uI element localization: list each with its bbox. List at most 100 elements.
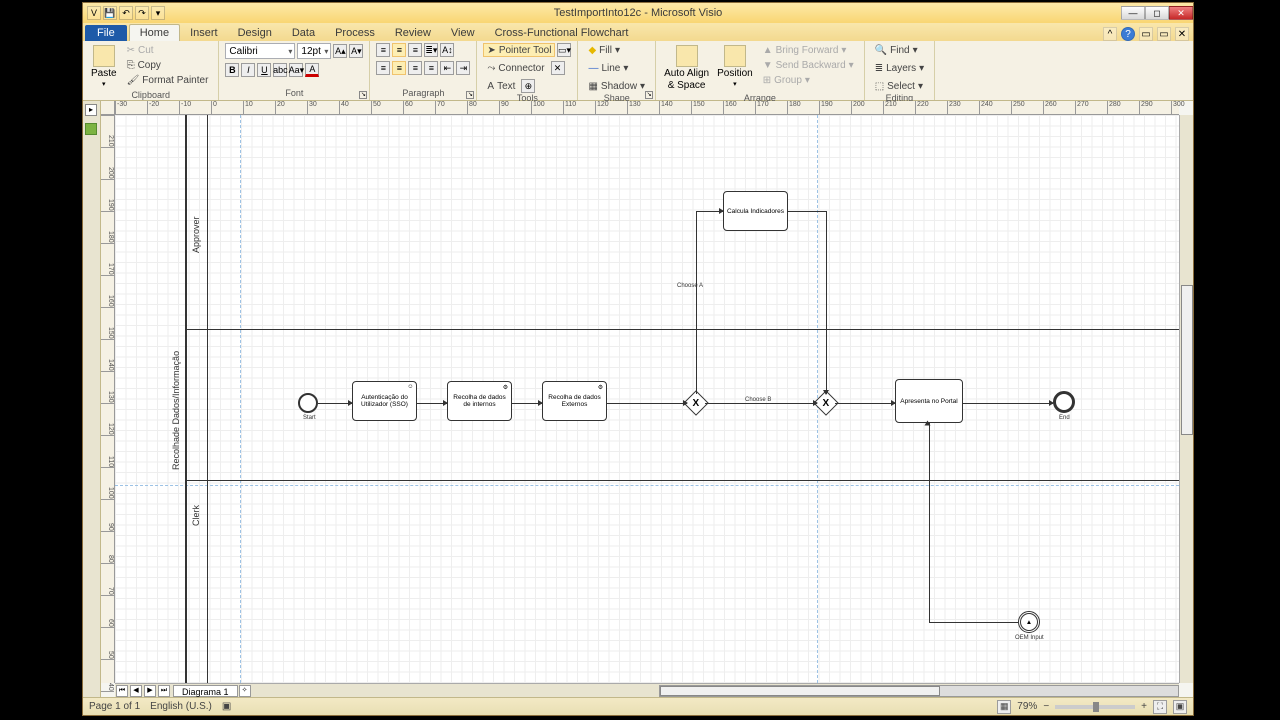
visio-icon[interactable]: V [87, 6, 101, 20]
fill-button[interactable]: ◆Fill▾ [584, 43, 624, 57]
delete-tool-button[interactable]: ✕ [551, 61, 565, 75]
task-apresenta[interactable]: Apresenta no Portal [895, 379, 963, 423]
tab-view[interactable]: View [441, 25, 485, 41]
zoom-thumb[interactable] [1093, 702, 1099, 712]
undo-button[interactable]: ↶ [119, 6, 133, 20]
text-tool-button[interactable]: AText [483, 79, 519, 93]
tab-design[interactable]: Design [228, 25, 282, 41]
macro-indicator[interactable]: ▣ [222, 701, 231, 712]
tab-file[interactable]: File [85, 25, 127, 41]
minimize-ribbon-button[interactable]: ^ [1103, 27, 1117, 41]
text-direction-button[interactable]: A↕ [440, 43, 454, 57]
sheet-tab[interactable]: Diagrama 1 [173, 685, 238, 697]
zoom-out-button[interactable]: − [1043, 701, 1049, 712]
gateway-2[interactable]: X [817, 394, 835, 412]
italic-button[interactable]: I [241, 63, 255, 77]
rectangle-tool-button[interactable]: ▭▾ [557, 43, 571, 57]
task-recolha-externos[interactable]: Recolha de dados Externos⚙ [542, 381, 607, 421]
cut-button[interactable]: ✂Cut [123, 43, 213, 57]
maximize-button[interactable]: ◻ [1145, 6, 1169, 20]
align-bottom-button[interactable]: ≡ [408, 43, 422, 57]
ribbon-opt-2[interactable]: ▭ [1157, 27, 1171, 41]
align-right-button[interactable]: ≡ [408, 61, 422, 75]
zoom-level[interactable]: 79% [1017, 701, 1037, 712]
language-indicator[interactable]: English (U.S.) [150, 701, 212, 712]
qat-customize[interactable]: ▾ [151, 6, 165, 20]
zoom-in-button[interactable]: + [1141, 701, 1147, 712]
lane-divider-1[interactable] [185, 329, 1179, 330]
intermediate-event[interactable]: ▲ [1018, 611, 1040, 633]
increase-indent-button[interactable]: ⇥ [456, 61, 470, 75]
font-name-select[interactable]: Calibri [225, 43, 295, 59]
format-painter-button[interactable]: 🖌Format Painter [123, 73, 213, 87]
fit-page-button[interactable]: ⛶ [1153, 700, 1167, 714]
start-event[interactable] [298, 393, 318, 413]
shrink-font-button[interactable]: A▾ [349, 44, 363, 58]
lane-label-recolha[interactable]: Recolhade Dados/Informação [171, 345, 181, 475]
pointer-tool-button[interactable]: ➤Pointer Tool [483, 43, 555, 57]
doc-close-button[interactable]: ✕ [1175, 27, 1189, 41]
horizontal-scrollbar[interactable] [659, 685, 1179, 697]
underline-button[interactable]: U [257, 63, 271, 77]
bold-button[interactable]: B [225, 63, 239, 77]
auto-align-button[interactable]: Auto Align& Space [662, 43, 711, 93]
line-button[interactable]: —Line▾ [584, 61, 632, 75]
drawing-surface[interactable]: -30-20-100102030405060708090100110120130… [101, 101, 1193, 697]
align-left-button[interactable]: ≡ [376, 61, 390, 75]
close-button[interactable]: ✕ [1169, 6, 1193, 20]
bring-forward-button[interactable]: ▲Bring Forward▾ [759, 43, 858, 57]
find-button[interactable]: 🔍Find▾ [871, 43, 922, 57]
gateway-1[interactable]: X [687, 394, 705, 412]
align-middle-button[interactable]: ≡ [392, 43, 406, 57]
redo-button[interactable]: ↷ [135, 6, 149, 20]
paste-button[interactable]: Paste▾ [89, 43, 119, 90]
shape-dialog-launcher[interactable]: ↘ [645, 91, 653, 99]
full-screen-button[interactable]: ▣ [1173, 700, 1187, 714]
new-page-button[interactable]: ✧ [239, 685, 251, 697]
font-dialog-launcher[interactable]: ↘ [359, 91, 367, 99]
shadow-button[interactable]: ▦Shadow▾ [584, 79, 649, 93]
position-button[interactable]: Position▾ [715, 43, 755, 90]
tab-cff[interactable]: Cross-Functional Flowchart [485, 25, 639, 41]
prev-page-button[interactable]: ◀ [130, 685, 142, 697]
hscroll-thumb[interactable] [660, 686, 940, 696]
save-button[interactable]: 💾 [103, 6, 117, 20]
help-button[interactable]: ? [1121, 27, 1135, 41]
font-color-button[interactable]: A [305, 63, 319, 77]
diagram-page[interactable]: Approver Recolhade Dados/Informação Cler… [115, 115, 1179, 683]
stencil-icon[interactable] [85, 123, 97, 135]
last-page-button[interactable]: ⏭ [158, 685, 170, 697]
lane-divider-2[interactable] [185, 480, 1179, 481]
task-calcula[interactable]: Calcula Indicadores [723, 191, 788, 231]
task-authentication[interactable]: Autenticação do Utilizador (SSO)☺ [352, 381, 417, 421]
align-center-button[interactable]: ≡ [392, 61, 406, 75]
expand-shapes-button[interactable]: ▸ [85, 104, 97, 116]
align-justify-button[interactable]: ≡ [424, 61, 438, 75]
minimize-button[interactable]: — [1121, 6, 1145, 20]
case-button[interactable]: Aa▾ [289, 63, 303, 77]
next-page-button[interactable]: ▶ [144, 685, 156, 697]
layers-button[interactable]: ≣Layers▾ [871, 61, 928, 75]
ribbon-opt-1[interactable]: ▭ [1139, 27, 1153, 41]
connector-tool-button[interactable]: ⤳Connector [483, 61, 548, 75]
task-recolha-internos[interactable]: Recolha de dados de internos⚙ [447, 381, 512, 421]
align-top-button[interactable]: ≡ [376, 43, 390, 57]
grow-font-button[interactable]: A▴ [333, 44, 347, 58]
group-button[interactable]: ⊞Group▾ [759, 73, 858, 87]
tab-process[interactable]: Process [325, 25, 385, 41]
paragraph-dialog-launcher[interactable]: ↘ [466, 91, 474, 99]
select-button[interactable]: ⬚Select▾ [871, 79, 927, 93]
strike-button[interactable]: abc [273, 63, 287, 77]
zoom-slider[interactable] [1055, 705, 1135, 709]
presentation-mode-button[interactable]: ▦ [997, 700, 1011, 714]
tab-insert[interactable]: Insert [180, 25, 228, 41]
tab-data[interactable]: Data [282, 25, 325, 41]
font-size-select[interactable]: 12pt [297, 43, 331, 59]
copy-button[interactable]: ⎘Copy [123, 58, 213, 72]
end-event[interactable] [1053, 391, 1075, 413]
bullets-button[interactable]: ≣▾ [424, 43, 438, 57]
lane-label-clerk[interactable]: Clerk [191, 495, 201, 535]
tab-home[interactable]: Home [129, 24, 180, 41]
page-indicator[interactable]: Page 1 of 1 [89, 701, 140, 712]
tab-review[interactable]: Review [385, 25, 441, 41]
